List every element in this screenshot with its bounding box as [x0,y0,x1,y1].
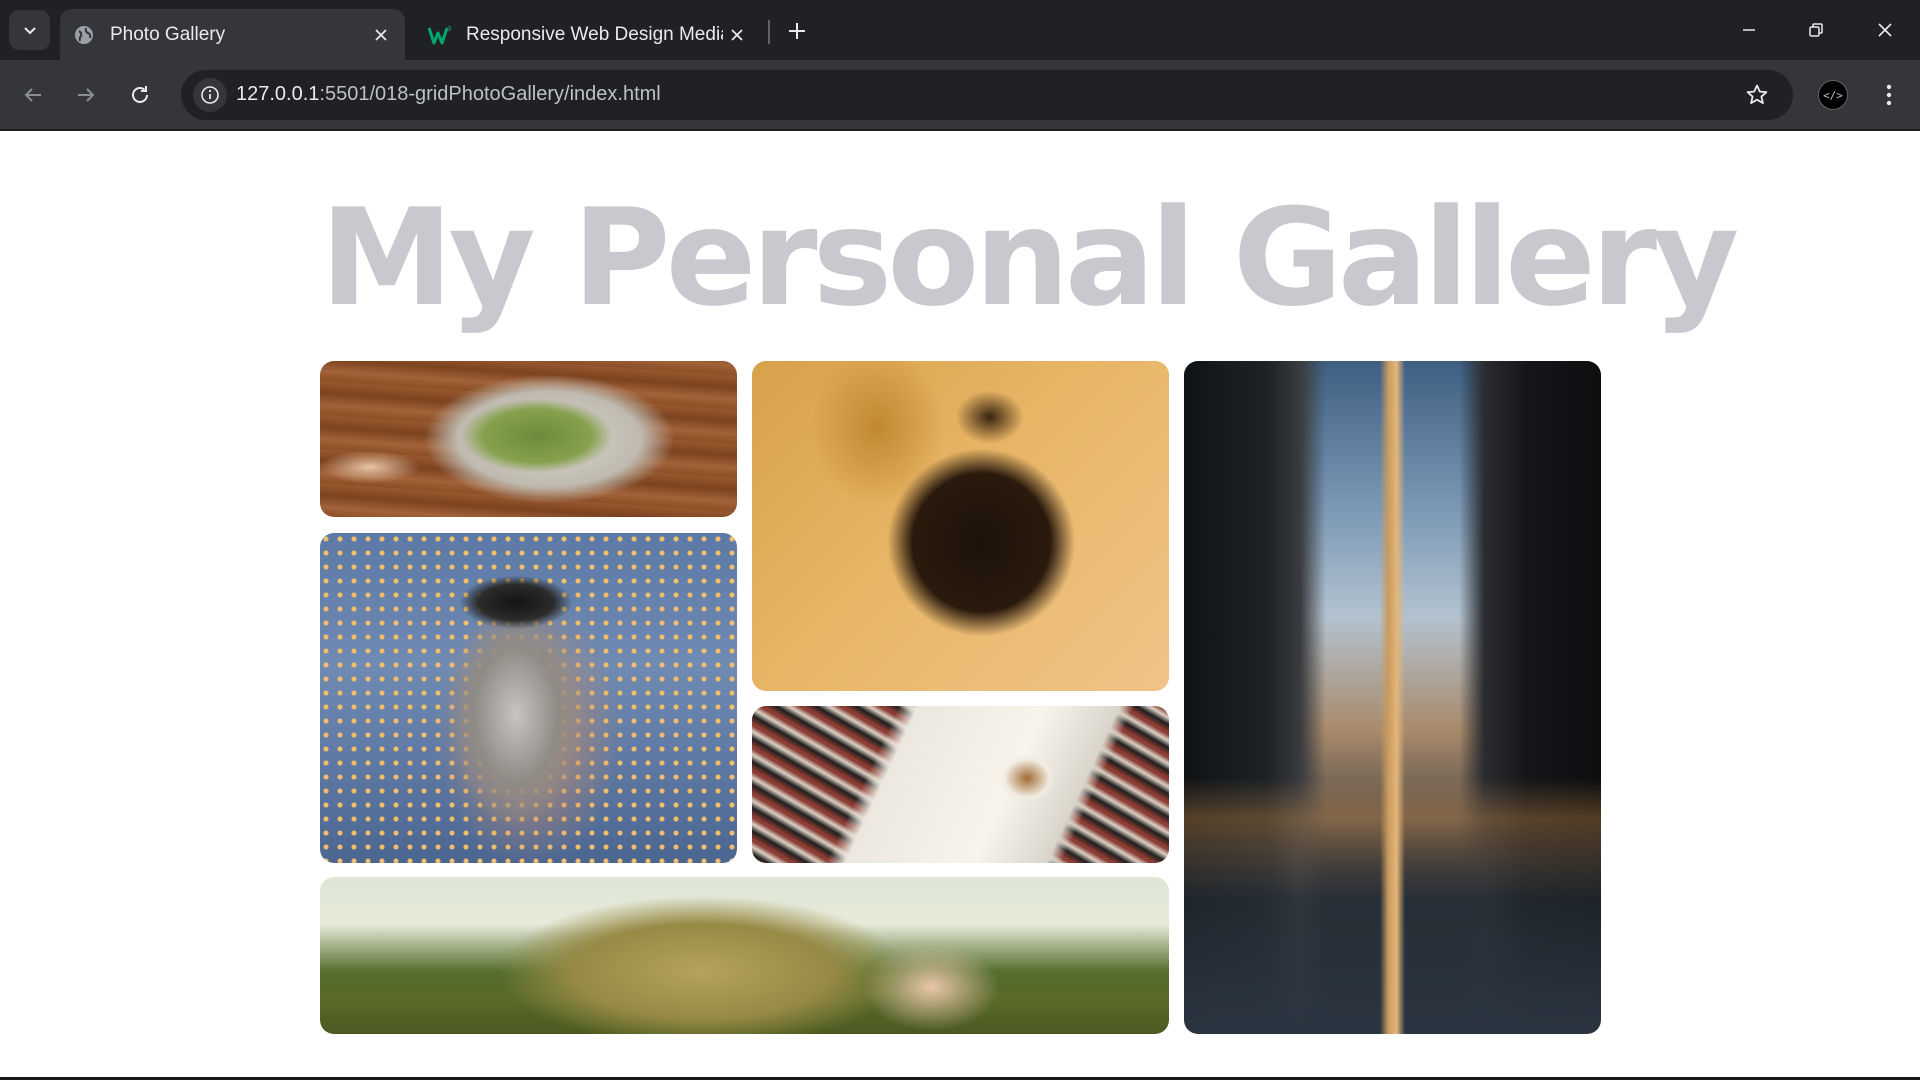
gallery-photo-salad[interactable] [320,361,737,517]
minimize-icon [1743,29,1755,31]
tab-strip: Photo Gallery 3 Responsive Web Design Me… [0,0,1920,60]
browser-toolbar: 127.0.0.1:5501/018-gridPhotoGallery/inde… [0,60,1920,130]
url-host: 127.0.0.1 [236,83,320,105]
close-tab-icon[interactable] [723,21,751,49]
bookmark-button[interactable] [1743,81,1771,109]
page-viewport: My Personal Gallery [0,131,1920,1080]
extension-button[interactable]: </> [1818,80,1848,110]
reload-icon [132,86,148,103]
more-vert-icon [1886,84,1892,106]
browser-menu-button[interactable] [1872,78,1906,112]
gallery-photo-city[interactable] [1184,361,1601,1034]
globe-icon [72,23,96,47]
svg-text:3: 3 [447,25,451,33]
minimize-button[interactable] [1724,10,1774,50]
plus-icon [789,23,805,39]
new-tab-button[interactable] [780,14,814,48]
star-icon [1746,84,1768,104]
close-icon [1878,23,1892,37]
tab-photo-gallery[interactable]: Photo Gallery [60,9,405,60]
tab-search-button[interactable] [9,10,50,50]
chevron-down-icon [23,27,36,35]
back-button[interactable] [14,76,52,114]
w3schools-icon: 3 [428,23,452,47]
tab-responsive-web-design[interactable]: 3 Responsive Web Design Media [416,9,761,60]
gallery-photo-field[interactable] [320,877,1169,1034]
forward-button[interactable] [67,76,105,114]
tab-title: Photo Gallery [110,23,226,45]
site-info-button[interactable] [193,78,227,112]
gallery-photo-book[interactable] [752,706,1169,863]
gallery-photo-fur-coat[interactable] [752,361,1169,691]
page-title: My Personal Gallery [320,180,1739,336]
restore-button[interactable] [1791,10,1841,50]
back-arrow-icon [24,88,41,102]
forward-arrow-icon [78,88,95,102]
url-text[interactable]: 127.0.0.1:5501/018-gridPhotoGallery/inde… [236,83,661,106]
close-window-button[interactable] [1860,10,1910,50]
tab-title: Responsive Web Design Media [466,23,723,45]
code-icon: </> [1823,88,1843,102]
gallery-photo-goggles[interactable] [320,533,737,863]
reload-button[interactable] [121,76,159,114]
info-icon [201,86,219,104]
url-path: :5501/018-gridPhotoGallery/index.html [319,83,661,105]
close-tab-icon[interactable] [367,21,395,49]
tab-separator [768,20,770,44]
restore-icon [1809,23,1823,37]
address-bar[interactable]: 127.0.0.1:5501/018-gridPhotoGallery/inde… [181,70,1793,120]
